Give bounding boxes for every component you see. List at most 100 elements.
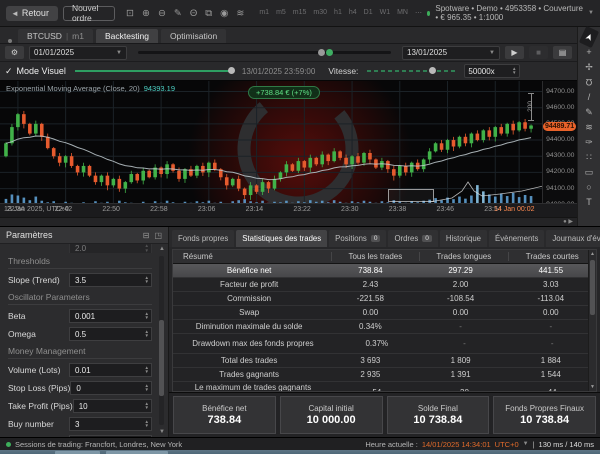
magnet-icon[interactable]: Ω (580, 75, 598, 89)
scrollbar-thumb[interactable] (159, 320, 164, 397)
column-header[interactable]: Trades courtes (509, 252, 596, 261)
tab-ordres[interactable]: Ordres 0 (388, 230, 438, 247)
table-row[interactable]: Facteur de profit 2.43 2.00 3.03 (173, 278, 596, 292)
indicators-icon[interactable]: ≋ (236, 8, 244, 19)
visual-mode-checkbox[interactable]: ✓ Mode Visuel (5, 66, 66, 77)
parameter-input-sell-number[interactable]: 3▲▼ (69, 435, 152, 437)
visibility-icon[interactable]: ◉ (220, 8, 228, 19)
stop-button[interactable]: ■ (529, 46, 548, 59)
date-range-slider[interactable] (138, 49, 391, 56)
backtest-settings-button[interactable]: ⚙ (5, 46, 24, 59)
candlestick-chart[interactable] (0, 81, 543, 203)
spinner-arrows-icon[interactable]: ▲ ▼ (145, 365, 149, 375)
scroll-down-icon[interactable]: ▼ (589, 384, 596, 390)
dock-panel-icon[interactable]: ⊟ (143, 231, 150, 240)
alerts-icon[interactable]: Θ (190, 8, 197, 19)
playback-progress-slider[interactable] (74, 67, 236, 74)
crosshair-icon[interactable]: ✢ (580, 60, 598, 74)
scroll-up-icon[interactable]: ▲ (589, 251, 596, 257)
pencil-icon[interactable]: ✎ (580, 105, 598, 119)
table-row[interactable]: Drawdown max des fonds propres 0.37% - - (173, 334, 596, 354)
table-row[interactable]: Diminution maximale du solde 0.34% - - (173, 320, 596, 334)
parameter-input-slope-trend-[interactable]: 3.5 ▲ ▼ (69, 273, 152, 287)
spinner-arrows-icon[interactable]: ▲ ▼ (145, 311, 149, 321)
spinner-arrows-icon[interactable]: ▲ ▼ (145, 275, 149, 285)
account-selector[interactable]: Spotware • Demo • 4953358 • Couverture •… (426, 4, 594, 22)
table-row[interactable]: Trades gagnants 2 935 1 391 1 544 (173, 368, 596, 382)
price-axis[interactable]: 94700.0094600.0094500.0094400.0094300.00… (542, 81, 577, 208)
parameter-input-take-profit-pips-[interactable]: 10 ▲ ▼ (72, 399, 152, 413)
spinner-arrows-icon[interactable]: ▲ ▼ (145, 401, 149, 411)
scroll-down-icon[interactable]: ▼ (159, 429, 165, 435)
speed-handle[interactable] (429, 67, 437, 74)
spinner-arrows-icon[interactable]: ▲ ▼ (512, 66, 516, 76)
tab-symbol[interactable]: BTCUSD | m1 (18, 29, 93, 43)
range-handle-start[interactable] (317, 49, 325, 56)
draw-icon[interactable]: ✎ (174, 8, 182, 19)
tab-journaux-d-évènements[interactable]: Journaux d'évènements (546, 230, 600, 247)
link-charts-icon[interactable]: ⧉ (205, 8, 212, 19)
timeframe-⋯[interactable]: ⋯ (415, 9, 422, 17)
scrollbar-thumb[interactable] (590, 260, 595, 315)
scroll-to-end-icon[interactable]: ● ▶ (563, 218, 573, 225)
parameter-input[interactable]: 2.0 ▲ ▼ (69, 244, 152, 253)
tab-fonds-propres[interactable]: Fonds propres (172, 230, 235, 247)
table-row[interactable]: Commission -221.58 -108.54 -113.04 (173, 292, 596, 306)
end-date-select[interactable]: 13/01/2025 ▼ (402, 45, 500, 60)
new-order-button[interactable]: Nouvel ordre (62, 3, 115, 23)
fibonacci-icon[interactable]: ≋ (580, 120, 598, 134)
timeframe-W1[interactable]: W1 (380, 9, 391, 17)
table-row[interactable]: Total des trades 3 693 1 809 1 884 (173, 354, 596, 368)
callout-icon[interactable]: ▭ (580, 165, 598, 179)
zoom-in-icon[interactable]: ⊕ (142, 8, 150, 19)
parameter-input-buy-number[interactable]: 3 ▲ ▼ (69, 417, 152, 431)
indicator-label[interactable]: Exponential Moving Average (Close, 20) 94… (6, 84, 175, 93)
timeframe-m1[interactable]: m1 (259, 9, 269, 17)
tab-optimisation[interactable]: Optimisation (160, 29, 227, 43)
popout-panel-icon[interactable]: ◳ (154, 231, 162, 240)
timeframe-D1[interactable]: D1 (364, 9, 373, 17)
ellipse-icon[interactable]: ○ (580, 180, 598, 194)
start-date-select[interactable]: 01/01/2025 ▼ (29, 45, 127, 60)
parameters-scrollbar[interactable] (159, 256, 164, 425)
table-scrollbar[interactable]: ▲ ▼ (588, 250, 596, 391)
parameter-input-volume-lots-[interactable]: 0.01 ▲ ▼ (69, 363, 152, 377)
tab-statistiques-des-trades[interactable]: Statistiques des trades (236, 230, 328, 247)
parameter-input-omega[interactable]: 0.5 ▲ ▼ (69, 327, 152, 341)
speed-value-spinner[interactable]: 50000x ▲ ▼ (464, 64, 521, 78)
table-row[interactable]: Le maximum de trades gagnants consécutif… (173, 382, 596, 391)
timeframe-MN[interactable]: MN (397, 9, 408, 17)
tab-historique[interactable]: Historique (439, 230, 488, 247)
spinner-arrows-icon[interactable]: ▲ ▼ (145, 419, 149, 429)
tab-backtesting[interactable]: Backtesting (95, 29, 158, 43)
timeframe-m5[interactable]: m5 (276, 9, 286, 17)
play-button[interactable]: ▶ (505, 46, 524, 59)
timezone-select[interactable]: UTC+0 (495, 440, 519, 449)
spinner-arrows-icon[interactable]: ▲ ▼ (145, 244, 149, 253)
range-handle-end[interactable] (326, 49, 334, 56)
chart-mode-icon[interactable]: ⊡ (126, 8, 134, 19)
timeframe-m30[interactable]: m30 (313, 9, 327, 17)
time-axis[interactable]: 13 Jan 2025, UTC+0 22:34 22:42 22:50 22:58 23… (0, 203, 577, 217)
zoom-out-icon[interactable]: ⊖ (158, 8, 166, 19)
column-header[interactable]: Résumé (173, 252, 332, 261)
pattern-dots-icon[interactable]: ∷ (580, 150, 598, 164)
column-header[interactable]: Tous les trades (332, 252, 421, 261)
timeframe-h1[interactable]: h1 (334, 9, 342, 17)
candlestick-plot[interactable]: Exponential Moving Average (Close, 20) 94… (0, 81, 543, 203)
column-header[interactable]: Trades longues (420, 252, 509, 261)
table-row[interactable]: Bénéfice net 738.84 297.29 441.55 (173, 264, 596, 278)
trendline-icon[interactable]: / (580, 90, 598, 104)
chart-horizontal-scrollbar[interactable]: ● ▶ (0, 217, 577, 226)
report-button[interactable]: ▤ (553, 46, 572, 59)
chart-annotation-box[interactable] (388, 189, 434, 202)
spinner-arrows-icon[interactable]: ▲ ▼ (145, 383, 149, 393)
speed-slider[interactable] (367, 67, 456, 74)
tab-positions[interactable]: Positions 0 (329, 230, 387, 247)
timeframe-h4[interactable]: h4 (349, 9, 357, 17)
tab-évènements[interactable]: Évènements (489, 230, 545, 247)
progress-handle[interactable] (228, 67, 236, 74)
table-row[interactable]: Swap 0.00 0.00 0.00 (173, 306, 596, 320)
parameter-input-beta[interactable]: 0.001 ▲ ▼ (69, 309, 152, 323)
text-icon[interactable]: T (580, 195, 598, 209)
